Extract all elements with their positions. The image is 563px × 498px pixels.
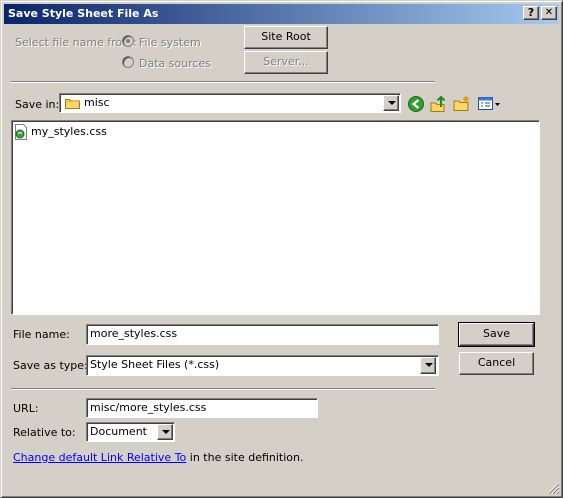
back-icon[interactable] <box>407 95 425 113</box>
window-title: Save Style Sheet File As <box>8 7 159 20</box>
file-name-text: my_styles.css <box>31 125 107 138</box>
separator-top <box>11 81 435 83</box>
save-as-type-label: Save as type: <box>13 359 88 372</box>
relative-to-dropdown[interactable]: Document <box>86 422 175 442</box>
title-bar[interactable]: Save Style Sheet File As ? ✕ <box>4 4 559 24</box>
file-name-input[interactable]: more_styles.css <box>86 324 439 345</box>
cancel-button[interactable]: Cancel <box>459 352 534 375</box>
file-system-label: File system <box>139 36 201 49</box>
select-file-name-from-label: Select file name from: <box>15 36 137 49</box>
save-as-type-dropdown[interactable]: Style Sheet Files (*.css) <box>86 355 439 376</box>
view-menu-icon[interactable] <box>477 95 501 113</box>
save-button[interactable]: Save <box>458 322 535 347</box>
folder-icon <box>65 97 80 109</box>
url-label: URL: <box>13 402 39 415</box>
file-list[interactable]: my_styles.css <box>11 120 540 315</box>
site-root-button[interactable]: Site Root <box>244 26 328 49</box>
save-as-type-value: Style Sheet Files (*.css) <box>90 358 220 371</box>
data-sources-radio[interactable] <box>122 56 134 68</box>
css-file-icon <box>14 124 28 140</box>
url-input[interactable]: misc/more_styles.css <box>86 398 318 418</box>
new-folder-icon[interactable] <box>453 95 471 113</box>
separator-bottom <box>11 388 435 390</box>
data-sources-label: Data sources <box>139 57 212 70</box>
close-button[interactable]: ✕ <box>541 6 557 20</box>
save-in-dropdown[interactable]: misc <box>59 93 401 113</box>
change-link-relative-to-link[interactable]: Change default Link Relative To <box>13 451 186 464</box>
file-name-value: more_styles.css <box>90 327 178 340</box>
server-button[interactable]: Server... <box>244 51 328 74</box>
file-system-radio[interactable] <box>122 35 134 47</box>
file-name-label: File name: <box>13 328 70 341</box>
help-button[interactable]: ? <box>523 6 539 20</box>
save-in-dropdown-arrow[interactable] <box>383 95 399 111</box>
url-value: misc/more_styles.css <box>90 401 207 414</box>
footer-suffix: in the site definition. <box>186 451 304 464</box>
save-as-type-dropdown-arrow[interactable] <box>420 357 436 374</box>
relative-to-label: Relative to: <box>13 426 76 439</box>
save-in-label: Save in: <box>15 98 60 111</box>
save-in-value: misc <box>84 96 110 109</box>
relative-to-value: Document <box>90 425 147 438</box>
relative-to-dropdown-arrow[interactable] <box>157 424 173 440</box>
footer-text: Change default Link Relative To in the s… <box>13 451 304 464</box>
save-style-sheet-dialog: Save Style Sheet File As ? ✕ Select file… <box>0 0 563 498</box>
resize-grip-icon[interactable] <box>546 481 560 495</box>
up-one-level-icon[interactable] <box>429 95 447 113</box>
